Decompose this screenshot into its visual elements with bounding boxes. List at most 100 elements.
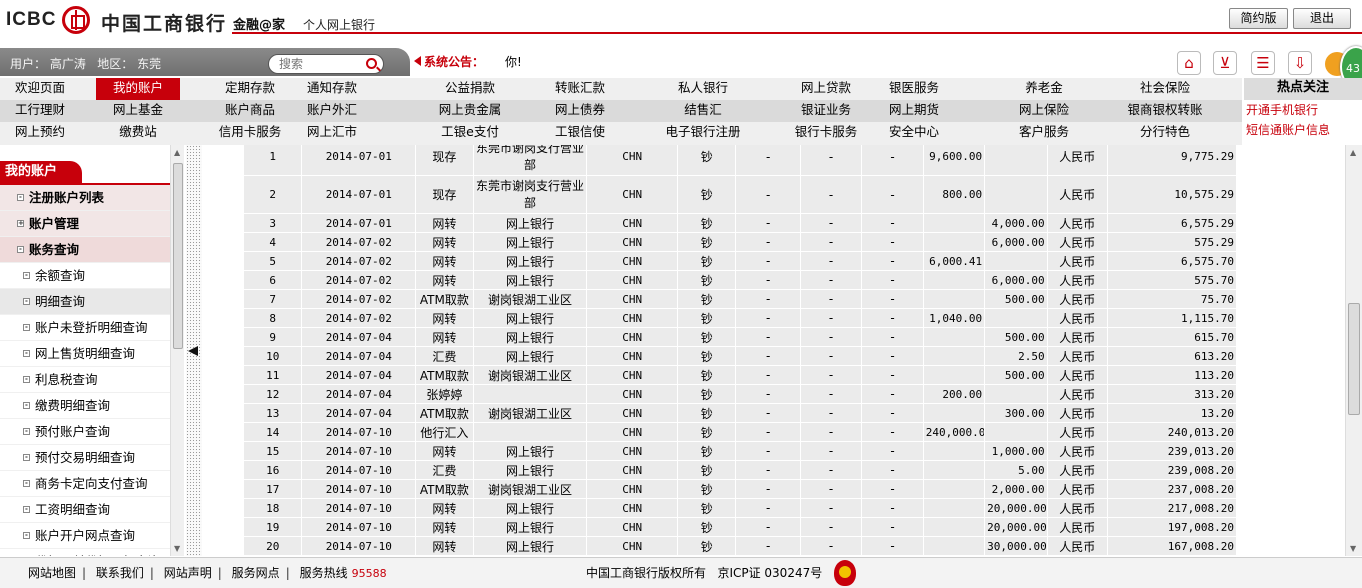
simple-version-button[interactable]: 简约版 [1229, 8, 1288, 29]
collapse-icon[interactable]: - [23, 532, 30, 539]
hot-topic-link[interactable]: 短信通账户信息 [1246, 120, 1362, 140]
sidebar-item[interactable]: - 账户未登折明细查询 [0, 315, 170, 341]
cell-income: 800.00 [922, 175, 986, 214]
cart-icon[interactable]: ⊻ [1213, 51, 1237, 75]
nav-item[interactable]: 网上债券 [512, 100, 648, 122]
nav-item[interactable]: 账户外汇 [287, 100, 377, 122]
cell-c1: - [735, 517, 801, 537]
notice-text[interactable]: 你! [505, 53, 522, 70]
sidebar-scrollbar[interactable]: ▲ ▼ [170, 145, 184, 556]
sidebar-item[interactable]: - 预付交易明细查询 [0, 445, 170, 471]
cell-type: 网转 [415, 441, 474, 461]
cell-income [922, 498, 986, 518]
card-icon[interactable]: ☰ [1251, 51, 1275, 75]
footer-link-sitemap[interactable]: 网站地图 [28, 566, 76, 580]
collapse-icon[interactable]: - [23, 480, 30, 487]
collapse-arrow-icon[interactable] [188, 346, 198, 356]
scroll-up-icon[interactable]: ▲ [174, 148, 180, 157]
cell-date: 2014-07-02 [301, 289, 417, 309]
cell-no: 7 [242, 289, 303, 309]
sidebar-item[interactable]: - 明细查询 [0, 289, 170, 315]
nav-item[interactable]: 银医服务 [864, 78, 964, 100]
collapse-icon[interactable]: - [23, 298, 30, 305]
content-scrollbar[interactable]: ▲ ▼ [1345, 145, 1362, 556]
nav-item[interactable]: 分行特色 [1090, 122, 1240, 144]
sidebar-item[interactable]: - 商务卡定向支付查询 [0, 471, 170, 497]
footer-link-statement[interactable]: 网站声明 [164, 566, 212, 580]
collapse-icon[interactable]: - [17, 194, 24, 201]
cell-place: 网上银行 [472, 498, 588, 518]
nav-item[interactable]: 工银信使 [512, 122, 648, 144]
sidebar-item[interactable]: - 余额查询 [0, 263, 170, 289]
collapse-icon[interactable]: - [23, 324, 30, 331]
cell-income [922, 213, 986, 233]
table-row: 16 2014-07-10 汇费 网上银行 CHN 钞 - - -5.00 人民币 239,008.… [242, 460, 1237, 480]
nav-item[interactable]: 欢迎页面 [0, 78, 80, 100]
nav-item[interactable]: 网上预约 [0, 122, 80, 144]
search-icon[interactable] [366, 58, 377, 69]
nav-item[interactable]: 结售汇 [630, 100, 776, 122]
collapse-icon[interactable]: - [23, 506, 30, 513]
sidebar-item[interactable]: - 网上售货明细查询 [0, 341, 170, 367]
collapse-icon[interactable]: - [17, 246, 24, 253]
cell-country: CHN [586, 308, 679, 328]
nav-item[interactable]: 网上汇市 [287, 122, 377, 144]
content-scroll-thumb[interactable] [1348, 303, 1360, 415]
collapse-icon[interactable]: - [23, 402, 30, 409]
logout-button[interactable]: 退出 [1293, 8, 1351, 29]
sidebar-scroll-thumb[interactable] [173, 163, 183, 349]
expand-icon[interactable]: + [17, 220, 24, 227]
cell-place: 谢岗银湖工业区 [472, 289, 588, 309]
footer-link-contact[interactable]: 联系我们 [96, 566, 144, 580]
collapse-icon[interactable]: - [23, 350, 30, 357]
cell-country: CHN [586, 498, 679, 518]
nav-item[interactable]: 转账汇款 [512, 78, 648, 100]
nav-item[interactable]: 网上期货 [864, 100, 964, 122]
cell-cash: 钞 [677, 422, 737, 442]
nav-item[interactable]: 工行理财 [0, 100, 80, 122]
sidebar-item[interactable]: -代扣预付代扣明细查询 [0, 549, 170, 556]
sidebar-item[interactable]: - 缴费明细查询 [0, 393, 170, 419]
cell-c1: - [735, 145, 801, 176]
search-box[interactable] [268, 54, 384, 74]
sidebar-item-label: 明细查询 [35, 294, 86, 309]
scroll-up-icon[interactable]: ▲ [1350, 148, 1356, 157]
cell-c2: - [799, 536, 863, 556]
footer-link-branches[interactable]: 服务网点 [232, 566, 280, 580]
cell-no: 2 [242, 175, 303, 214]
cell-currency: 人民币 [1046, 365, 1109, 385]
sidebar-item[interactable]: - 注册账户列表 [0, 185, 170, 211]
home-icon[interactable]: ⌂ [1177, 51, 1201, 75]
nav-item[interactable]: 缴费站 [96, 122, 180, 144]
sidebar-item[interactable]: - 预付账户查询 [0, 419, 170, 445]
nav-item[interactable]: 电子银行注册 [630, 122, 776, 144]
sidebar-item[interactable]: - 工资明细查询 [0, 497, 170, 523]
nav-item[interactable]: 私人银行 [630, 78, 776, 100]
scroll-down-icon[interactable]: ▼ [174, 544, 180, 553]
search-input[interactable] [279, 57, 359, 71]
cell-balance: 167,008.20 [1107, 536, 1237, 556]
cell-c2: - [799, 498, 863, 518]
collapse-icon[interactable]: - [23, 428, 30, 435]
cell-date: 2014-07-04 [301, 365, 417, 385]
nav-item[interactable]: 社会保险 [1090, 78, 1240, 100]
sidebar-item[interactable]: + 账户管理 [0, 211, 170, 237]
nav-item[interactable]: 安全中心 [864, 122, 964, 144]
scroll-down-icon[interactable]: ▼ [1350, 544, 1356, 553]
table-row: 4 2014-07-02 网转 网上银行 CHN 钞 - - -6,000.00 人民币 575.2… [242, 232, 1237, 252]
sidebar-item[interactable]: - 账务查询 [0, 237, 170, 263]
hot-topic-link[interactable]: 开通手机银行 [1246, 100, 1362, 120]
nav-item[interactable]: 通知存款 [287, 78, 377, 100]
nav-item[interactable]: 网上基金 [96, 100, 180, 122]
collapse-icon[interactable]: - [23, 376, 30, 383]
nav-item[interactable]: 我的账户 [96, 78, 180, 100]
police-emblem-icon[interactable] [834, 560, 856, 586]
cell-c3: - [861, 270, 924, 290]
download-icon[interactable]: ⇩ [1288, 51, 1312, 75]
sidebar-item[interactable]: - 账户开户网点查询 [0, 523, 170, 549]
sidebar-item[interactable]: - 利息税查询 [0, 367, 170, 393]
nav-item[interactable]: 银商银权转账 [1090, 100, 1240, 122]
cell-income [922, 232, 986, 252]
collapse-icon[interactable]: - [23, 454, 30, 461]
collapse-icon[interactable]: - [23, 272, 30, 279]
